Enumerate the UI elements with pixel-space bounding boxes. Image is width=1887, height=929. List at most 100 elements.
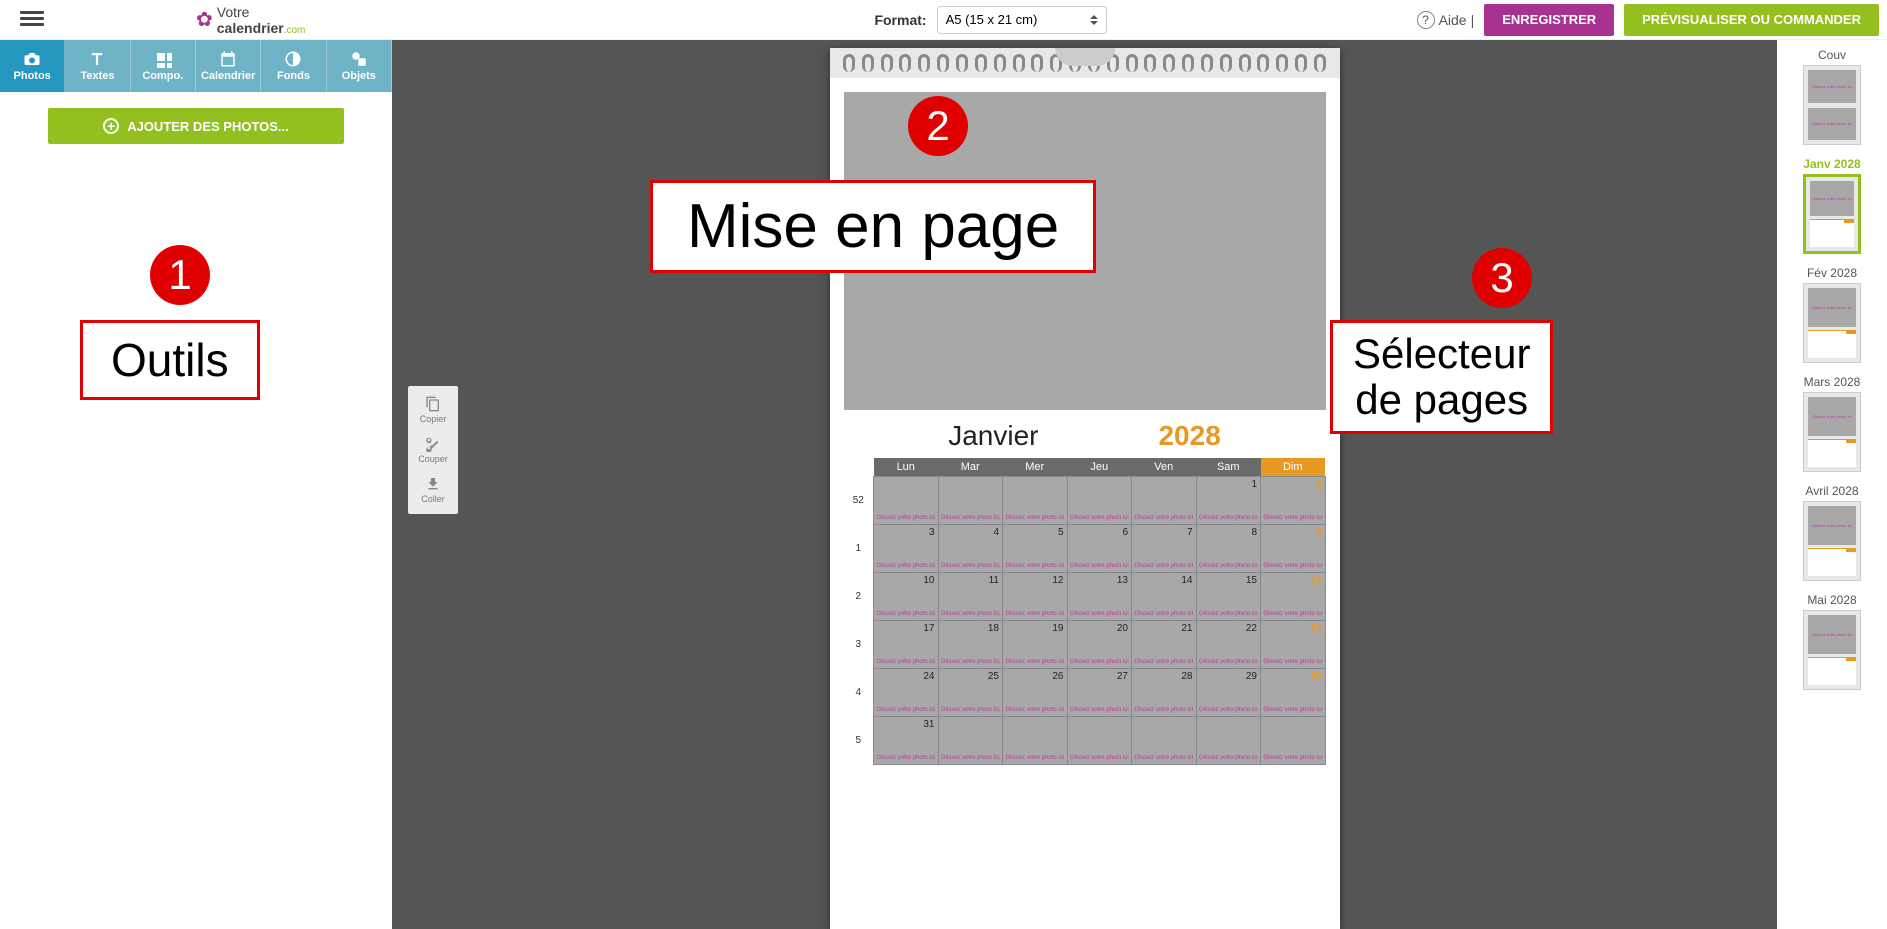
- calendar-cell[interactable]: 18Glissez votre photo ici: [938, 621, 1003, 669]
- logo-com: .com: [284, 25, 306, 36]
- thumb-preview[interactable]: Glissez votre photo ici: [1803, 283, 1861, 363]
- tool-tabs: Photos Textes Compo. Calendrier Fonds Ob…: [0, 40, 392, 92]
- calendar-cell[interactable]: 26Glissez votre photo ici: [1003, 669, 1068, 717]
- calendar-cell[interactable]: Glissez votre photo ici: [1067, 717, 1132, 765]
- calendar-cell[interactable]: 17Glissez votre photo ici: [874, 621, 939, 669]
- calendar-grid: LunMarMerJeuVenSamDim 52Glissez votre ph…: [844, 458, 1326, 765]
- preview-button[interactable]: PRÉVISUALISER OU COMMANDER: [1624, 4, 1879, 36]
- calendar-cell[interactable]: 21Glissez votre photo ici: [1132, 621, 1197, 669]
- week-number: 3: [844, 621, 874, 669]
- page-thumb[interactable]: Avril 2028 Glissez votre photo ici: [1803, 484, 1861, 581]
- format-select[interactable]: A5 (15 x 21 cm): [937, 6, 1107, 34]
- calendar-cell[interactable]: Glissez votre photo ici: [1196, 717, 1261, 765]
- calendar-cell[interactable]: 9Glissez votre photo ici: [1261, 525, 1326, 573]
- day-header: Sam: [1196, 458, 1261, 477]
- calendar-cell[interactable]: Glissez votre photo ici: [1067, 477, 1132, 525]
- calendar-cell[interactable]: Glissez votre photo ici: [938, 717, 1003, 765]
- thumb-preview[interactable]: Glissez votre photo iciGlissez votre pho…: [1803, 65, 1861, 145]
- calendar-cell[interactable]: 14Glissez votre photo ici: [1132, 573, 1197, 621]
- calendar-cell[interactable]: 19Glissez votre photo ici: [1003, 621, 1068, 669]
- thumb-preview[interactable]: Glissez votre photo ici: [1803, 174, 1861, 254]
- help-icon: ?: [1417, 11, 1435, 29]
- calendar-cell[interactable]: 29Glissez votre photo ici: [1196, 669, 1261, 717]
- calendar-cell[interactable]: 13Glissez votre photo ici: [1067, 573, 1132, 621]
- calendar-cell[interactable]: 7Glissez votre photo ici: [1132, 525, 1197, 573]
- logo-bot: calendrier: [217, 20, 284, 36]
- calendar-cell[interactable]: 1Glissez votre photo ici: [1196, 477, 1261, 525]
- annotation-2-label: Mise en page: [650, 180, 1096, 273]
- page-thumb[interactable]: CouvGlissez votre photo iciGlissez votre…: [1803, 48, 1861, 145]
- thumb-preview[interactable]: Glissez votre photo ici: [1803, 610, 1861, 690]
- calendar-cell[interactable]: 10Glissez votre photo ici: [874, 573, 939, 621]
- add-photos-button[interactable]: + AJOUTER DES PHOTOS...: [48, 108, 344, 144]
- calendar-cell[interactable]: Glissez votre photo ici: [1261, 717, 1326, 765]
- page-thumb[interactable]: Janv 2028Glissez votre photo ici: [1803, 157, 1861, 254]
- thumb-label: Avril 2028: [1803, 484, 1861, 498]
- calendar-cell[interactable]: 3Glissez votre photo ici: [874, 525, 939, 573]
- thumb-preview[interactable]: Glissez votre photo ici: [1803, 501, 1861, 581]
- paste-button[interactable]: Coller: [408, 470, 458, 510]
- thumb-label: Mars 2028: [1803, 375, 1861, 389]
- day-header: Mar: [938, 458, 1003, 477]
- page-thumb[interactable]: Mars 2028 Glissez votre photo ici: [1803, 375, 1861, 472]
- page-thumb[interactable]: Mai 2028Glissez votre photo ici: [1803, 593, 1861, 690]
- tab-fonds[interactable]: Fonds: [261, 40, 326, 92]
- calendar-cell[interactable]: 11Glissez votre photo ici: [938, 573, 1003, 621]
- calendar-cell[interactable]: 5Glissez votre photo ici: [1003, 525, 1068, 573]
- help-text: Aide: [1439, 12, 1467, 28]
- annotation-1-label: Outils: [80, 320, 260, 400]
- calendar-cell[interactable]: Glissez votre photo ici: [1132, 717, 1197, 765]
- save-button[interactable]: ENREGISTRER: [1484, 4, 1614, 36]
- page-thumb[interactable]: Fév 2028Glissez votre photo ici: [1803, 266, 1861, 363]
- calendar-cell[interactable]: 16Glissez votre photo ici: [1261, 573, 1326, 621]
- calendar-cell[interactable]: 20Glissez votre photo ici: [1067, 621, 1132, 669]
- tab-calendrier[interactable]: Calendrier: [196, 40, 261, 92]
- calendar-cell[interactable]: 25Glissez votre photo ici: [938, 669, 1003, 717]
- plus-icon: +: [103, 118, 119, 134]
- annotation-3-label: Sélecteurde pages: [1330, 320, 1553, 434]
- calendar-cell[interactable]: 4Glissez votre photo ici: [938, 525, 1003, 573]
- calendar-cell[interactable]: 15Glissez votre photo ici: [1196, 573, 1261, 621]
- annotation-2-badge: 2: [908, 96, 968, 156]
- calendar-cell[interactable]: 27Glissez votre photo ici: [1067, 669, 1132, 717]
- calendar-cell[interactable]: Glissez votre photo ici: [1132, 477, 1197, 525]
- day-header: Jeu: [1067, 458, 1132, 477]
- copy-button[interactable]: Copier: [408, 390, 458, 430]
- logo[interactable]: ✿ Votre calendrier.com: [196, 4, 305, 36]
- thumb-preview[interactable]: Glissez votre photo ici: [1803, 392, 1861, 472]
- calendar-cell[interactable]: 22Glissez votre photo ici: [1196, 621, 1261, 669]
- logo-flower-icon: ✿: [196, 7, 213, 32]
- tab-objets[interactable]: Objets: [327, 40, 392, 92]
- calendar-cell[interactable]: 30Glissez votre photo ici: [1261, 669, 1326, 717]
- menu-icon[interactable]: [20, 11, 44, 29]
- layout-icon: [154, 50, 172, 68]
- tab-photos[interactable]: Photos: [0, 40, 65, 92]
- calendar-cell[interactable]: Glissez votre photo ici: [938, 477, 1003, 525]
- cut-button[interactable]: Couper: [408, 430, 458, 470]
- calendar-cell[interactable]: 23Glissez votre photo ici: [1261, 621, 1326, 669]
- month-label: Janvier: [948, 420, 1038, 452]
- tab-compo[interactable]: Compo.: [131, 40, 196, 92]
- calendar-cell[interactable]: Glissez votre photo ici: [874, 477, 939, 525]
- format-label: Format:: [874, 12, 926, 28]
- tab-textes[interactable]: Textes: [65, 40, 130, 92]
- calendar-cell[interactable]: Glissez votre photo ici: [1003, 477, 1068, 525]
- calendar-cell[interactable]: 6Glissez votre photo ici: [1067, 525, 1132, 573]
- calendar-cell[interactable]: 28Glissez votre photo ici: [1132, 669, 1197, 717]
- help-link[interactable]: ? Aide |: [1417, 11, 1475, 29]
- canvas[interactable]: Janvier 2028 LunMarMerJeuVenSamDim 52Gli…: [392, 40, 1777, 929]
- calendar-cell[interactable]: 24Glissez votre photo ici: [874, 669, 939, 717]
- logo-top: Votre: [217, 4, 250, 20]
- calendar-cell[interactable]: Glissez votre photo ici: [1003, 717, 1068, 765]
- day-header: Dim: [1261, 458, 1326, 477]
- page-selector: CouvGlissez votre photo iciGlissez votre…: [1777, 40, 1887, 929]
- week-number: 52: [844, 477, 874, 525]
- text-icon: [88, 50, 106, 68]
- objects-icon: [350, 50, 368, 68]
- calendar-cell[interactable]: 31Glissez votre photo ici: [874, 717, 939, 765]
- calendar-cell[interactable]: 8Glissez votre photo ici: [1196, 525, 1261, 573]
- year-label: 2028: [1158, 420, 1220, 452]
- calendar-cell[interactable]: 12Glissez votre photo ici: [1003, 573, 1068, 621]
- calendar-cell[interactable]: 2Glissez votre photo ici: [1261, 477, 1326, 525]
- day-header: Mer: [1003, 458, 1068, 477]
